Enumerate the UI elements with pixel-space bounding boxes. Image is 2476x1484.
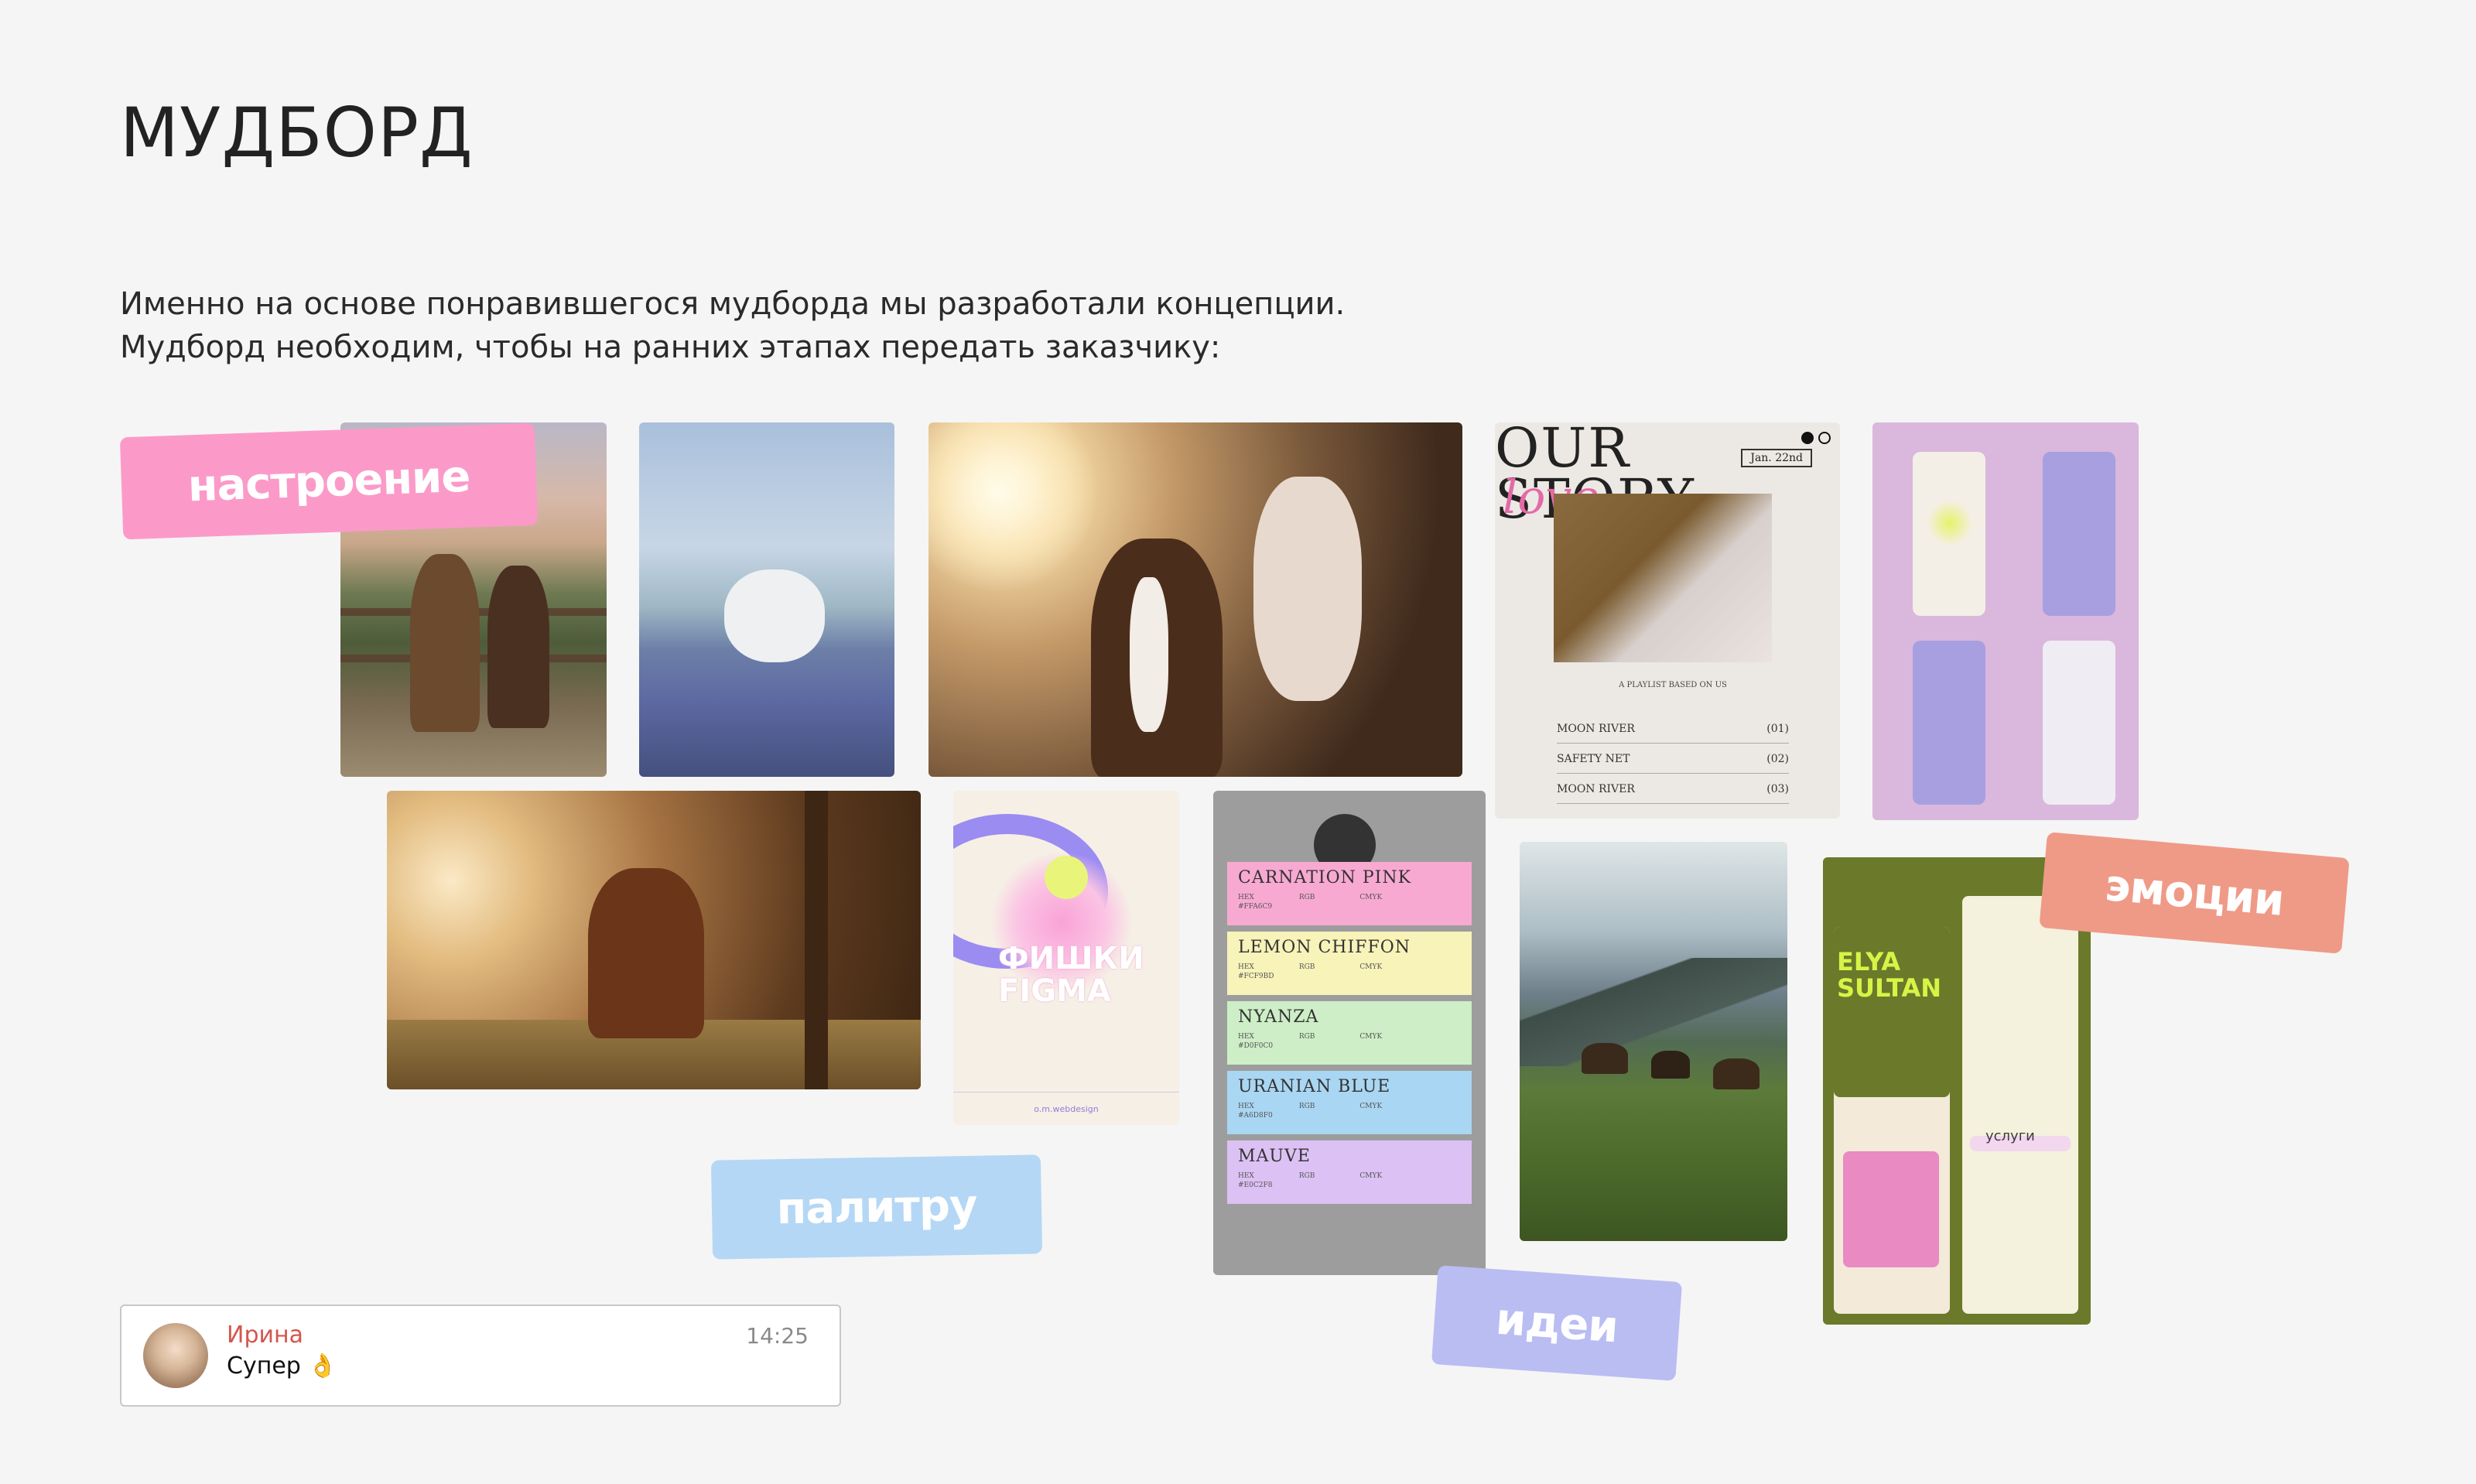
avatar <box>143 1323 208 1388</box>
swatch-name: URANIAN BLUE <box>1238 1077 1391 1096</box>
moodboard-image-figma-tips: ФИШКИ FIGMA o.m.webdesign <box>953 791 1179 1125</box>
sticker-palette: палитру <box>710 1154 1043 1260</box>
horse-shape <box>724 569 825 662</box>
moodboard-image-color-palette: CARNATION PINK HEX RGB CMYK #FFA6C9 LEMON CHI… <box>1213 791 1486 1275</box>
story-photo <box>1554 494 1772 662</box>
moodboard-image-white-horse <box>639 422 894 777</box>
moodboard-image-girls-horse <box>929 422 1462 777</box>
horse-shape <box>1651 1051 1690 1079</box>
horse-shape <box>1713 1058 1760 1089</box>
horse-shape <box>588 868 704 1038</box>
chat-message[interactable]: Ирина Супер 👌 14:25 <box>120 1304 841 1407</box>
swatch-name: LEMON CHIFFON <box>1238 938 1411 957</box>
intro-text: Именно на основе понравившегося мудборда… <box>120 282 1345 369</box>
sticker-ideas: идеи <box>1431 1265 1683 1381</box>
swatch-hex: #A6D8F0 <box>1238 1112 1273 1120</box>
phone-screen <box>2043 641 2115 805</box>
phone-screen <box>2043 452 2115 616</box>
pink-block <box>1843 1151 1939 1267</box>
swatch-hex: #FCF9BD <box>1238 973 1274 980</box>
moodboard-image-mountain-valley <box>1520 842 1787 1241</box>
figma-title: ФИШКИ FIGMA <box>998 941 1144 1009</box>
chat-text: Супер 👌 <box>227 1352 337 1380</box>
swatch-hex: #FFA6C9 <box>1238 903 1273 911</box>
people-shape <box>1253 477 1362 701</box>
palette-swatch: URANIAN BLUE HEX RGB CMYK #A6D8F0 <box>1227 1071 1472 1134</box>
page-title: МУДБОРД <box>120 93 474 173</box>
horse-shape <box>410 554 480 732</box>
moodboard-image-our-story: OUR STORY love Jan. 22nd A PLAYLIST BASE… <box>1495 422 1840 819</box>
horse-shape <box>1582 1043 1628 1074</box>
playlist-label: A PLAYLIST BASED ON US <box>1619 681 1727 689</box>
phone-screen <box>1913 641 1985 805</box>
swatch-name: MAUVE <box>1238 1147 1311 1166</box>
swatch-name: NYANZA <box>1238 1007 1319 1027</box>
palette-swatch: NYANZA HEX RGB CMYK #D0F0C0 <box>1227 1001 1472 1065</box>
intro-line-1: Именно на основе понравившегося мудборда… <box>120 286 1346 322</box>
palette-swatch: MAUVE HEX RGB CMYK #E0C2F8 <box>1227 1140 1472 1204</box>
mountains <box>1520 958 1787 1066</box>
swatch-meta: HEX RGB CMYK <box>1238 894 1383 901</box>
decor-dot <box>1045 856 1088 899</box>
story-date: Jan. 22nd <box>1741 449 1812 467</box>
intro-line-2: Мудборд необходим, чтобы на ранних этапа… <box>120 330 1221 365</box>
horse-shape <box>487 566 549 728</box>
sultan-title: ELYA SULTAN <box>1837 947 1942 1003</box>
chat-author: Ирина <box>227 1322 303 1349</box>
horse-blaze <box>1130 577 1168 732</box>
services-label: услуги <box>1985 1128 2035 1144</box>
sticker-mood: настроение <box>119 422 539 540</box>
list-item: MOON RIVER (03) <box>1557 774 1789 804</box>
swatch-name: CARNATION PINK <box>1238 868 1412 887</box>
phone-screen <box>1962 896 2078 1314</box>
swatch-meta: HEX RGB CMYK <box>1238 1033 1383 1041</box>
swatch-hex: #D0F0C0 <box>1238 1042 1274 1050</box>
gradient-blob <box>1927 500 1973 546</box>
moodboard-image-app-screens <box>1872 422 2139 820</box>
list-item: MOON RIVER (01) <box>1557 713 1789 744</box>
palette-swatch: LEMON CHIFFON HEX RGB CMYK #FCF9BD <box>1227 932 1472 995</box>
chat-time: 14:25 <box>746 1323 809 1349</box>
swatch-meta: HEX RGB CMYK <box>1238 963 1383 971</box>
playlist: MOON RIVER (01) SAFETY NET (02) MOON RIVER… <box>1557 713 1789 804</box>
swatch-meta: HEX RGB CMYK <box>1238 1172 1383 1180</box>
barn-post <box>805 791 828 1089</box>
list-item: SAFETY NET (02) <box>1557 744 1789 774</box>
sun-glow <box>929 422 1099 593</box>
figma-footer: o.m.webdesign <box>1034 1104 1099 1114</box>
swatch-meta: HEX RGB CMYK <box>1238 1103 1383 1110</box>
carousel-dots <box>1801 432 1831 444</box>
palette-swatch: CARNATION PINK HEX RGB CMYK #FFA6C9 <box>1227 862 1472 925</box>
swatch-hex: #E0C2F8 <box>1238 1181 1273 1189</box>
moodboard-image-horse-barn <box>387 791 921 1089</box>
